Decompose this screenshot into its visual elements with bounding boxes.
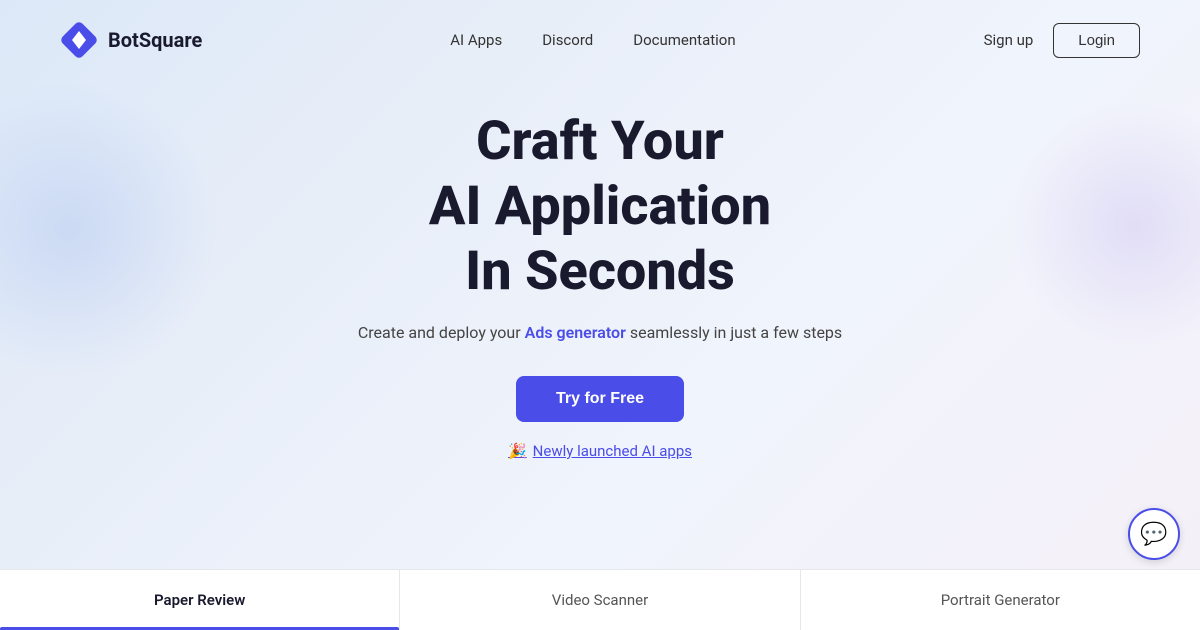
tabs-row: Paper Review Video Scanner Portrait Gene… <box>0 570 1200 630</box>
nav-documentation[interactable]: Documentation <box>633 31 735 49</box>
hero-subtitle-suffix: seamlessly in just a few steps <box>626 323 842 342</box>
new-apps-link[interactable]: 🎉 Newly launched AI apps <box>508 442 692 460</box>
new-apps-emoji: 🎉 <box>508 442 527 460</box>
nav-ai-apps[interactable]: AI Apps <box>450 31 502 49</box>
sign-up-link[interactable]: Sign up <box>984 31 1034 49</box>
brand-name: BotSquare <box>108 28 202 52</box>
hero-subtitle-highlight: Ads generator <box>525 323 626 342</box>
try-for-free-button[interactable]: Try for Free <box>516 376 684 422</box>
hero-title-line1: Craft Your <box>476 110 724 173</box>
new-apps-label: Newly launched AI apps <box>533 442 692 460</box>
nav-discord[interactable]: Discord <box>542 31 593 49</box>
hero-subtitle: Create and deploy your Ads generator sea… <box>358 320 842 346</box>
logo[interactable]: BotSquare <box>60 21 202 59</box>
botsquare-logo-icon <box>60 21 98 59</box>
navbar: BotSquare AI Apps Discord Documentation … <box>0 0 1200 80</box>
tabs-section: Paper Review Video Scanner Portrait Gene… <box>0 569 1200 630</box>
hero-title: Craft Your AI Application In Seconds <box>429 110 771 304</box>
chat-bubble-button[interactable]: 💬 <box>1128 508 1180 560</box>
tab-paper-review[interactable]: Paper Review <box>0 570 400 630</box>
nav-links: AI Apps Discord Documentation <box>450 31 735 49</box>
tab-video-scanner[interactable]: Video Scanner <box>400 570 800 630</box>
tab-portrait-generator[interactable]: Portrait Generator <box>801 570 1200 630</box>
hero-subtitle-prefix: Create and deploy your <box>358 323 525 342</box>
chat-bubble-icon: 💬 <box>1140 522 1167 547</box>
hero-title-line3: In Seconds <box>465 240 735 303</box>
hero-section: Craft Your AI Application In Seconds Cre… <box>0 80 1200 500</box>
hero-title-line2: AI Application <box>429 175 771 238</box>
login-button[interactable]: Login <box>1053 23 1140 58</box>
nav-auth: Sign up Login <box>984 23 1140 58</box>
